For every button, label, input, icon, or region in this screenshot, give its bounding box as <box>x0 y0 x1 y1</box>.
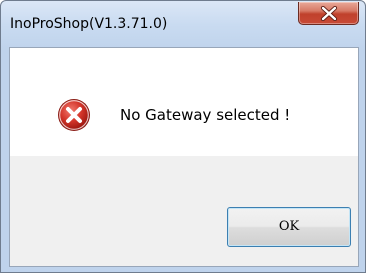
close-icon <box>320 6 338 21</box>
dialog-body: No Gateway selected ! OK <box>9 47 359 267</box>
ok-button[interactable]: OK <box>227 207 351 247</box>
dialog-window: InoProShop(V1.3.71.0) No Gateway selecte… <box>0 0 366 273</box>
title-bar[interactable]: InoProShop(V1.3.71.0) <box>1 1 365 47</box>
window-title: InoProShop(V1.3.71.0) <box>10 16 168 32</box>
close-button[interactable] <box>298 2 359 25</box>
error-message: No Gateway selected ! <box>120 106 291 124</box>
error-icon <box>58 99 90 131</box>
message-area: No Gateway selected ! <box>10 48 358 156</box>
